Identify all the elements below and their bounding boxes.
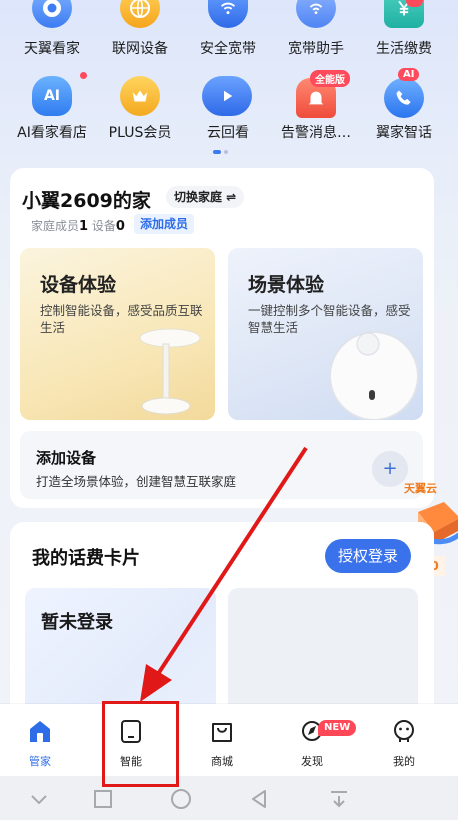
bottom-tab-bar: 管家 智能 商城 NEW 发现 我的	[0, 704, 458, 776]
device-experience-card[interactable]: 设备体验 控制智能设备，感受品质互联生活	[20, 248, 215, 420]
recent-apps-icon[interactable]	[92, 788, 114, 810]
authorize-login-button[interactable]: 授权登录	[325, 539, 411, 573]
page-indicator	[213, 150, 228, 154]
app-label: 翼家智话	[376, 125, 432, 141]
add-device-panel[interactable]: 添加设备 打造全场景体验，创建智慧互联家庭 +	[20, 431, 423, 499]
fee-card-right	[228, 588, 418, 718]
full-version-badge: 全能版	[310, 70, 350, 87]
ai-badge: AI	[398, 68, 420, 81]
phone-icon	[384, 78, 424, 118]
desk-lamp-icon	[139, 328, 201, 415]
ai-cloud-icon: AI	[32, 76, 72, 116]
notification-dot	[80, 72, 87, 79]
globe-icon	[120, 0, 160, 28]
feature-title: 设备体验	[40, 274, 117, 296]
shopping-bag-icon	[212, 723, 232, 742]
home-meta: 家庭成员1 设备0	[31, 217, 125, 234]
home-icon	[30, 721, 50, 742]
tab-guanjia[interactable]: 管家	[0, 704, 80, 776]
add-device-button[interactable]: +	[372, 451, 408, 487]
tab-label: 发现	[301, 755, 323, 768]
notification-pull-icon[interactable]	[328, 788, 350, 810]
promo-text: 天翼云	[404, 482, 437, 495]
shield-wifi-icon	[208, 0, 248, 28]
home-circle-icon[interactable]	[170, 788, 192, 810]
devices-count: 0	[115, 219, 125, 234]
crown-icon	[120, 76, 160, 116]
not-logged-in-label: 暂未登录	[41, 612, 113, 633]
tab-wode[interactable]: 我的	[364, 704, 444, 776]
chevron-down-icon[interactable]	[28, 788, 50, 810]
switch-home-button[interactable]: 切换家庭 ⇌	[166, 186, 245, 208]
camera-icon	[32, 0, 72, 28]
tab-label: 我的	[393, 755, 415, 768]
cloud-wifi-icon	[296, 0, 336, 28]
tab-label: 管家	[29, 755, 51, 768]
add-device-desc: 打造全场景体验，创建智慧互联家庭	[36, 474, 237, 489]
tab-label: 商城	[211, 755, 233, 768]
app-grid: 天翼看家 联网设备 安全宽带 宽带助手 生活缴费 AI AI看家看店 PLUS会…	[0, 0, 458, 160]
home-title: 小翼2609的家	[22, 190, 151, 212]
annotation-highlight-box	[102, 701, 179, 787]
devices-label: 设备	[91, 219, 116, 233]
scene-experience-card[interactable]: 场景体验 一键控制多个智能设备，感受智慧生活	[228, 248, 423, 420]
members-label: 家庭成员	[31, 219, 80, 233]
tab-shangcheng[interactable]: 商城	[182, 704, 262, 776]
members-count: 1	[79, 219, 89, 234]
fee-card-title: 我的话费卡片	[32, 548, 140, 569]
add-device-title: 添加设备	[36, 449, 97, 467]
tab-faxian[interactable]: NEW 发现	[272, 704, 357, 776]
play-cloud-icon	[202, 76, 252, 116]
feature-title: 场景体验	[248, 274, 325, 296]
robot-vacuum-icon	[329, 331, 419, 420]
fee-card-left[interactable]: 暂未登录	[25, 588, 216, 718]
back-icon[interactable]	[248, 788, 270, 810]
robot-face-icon	[394, 720, 414, 742]
add-member-button[interactable]: 添加成员	[134, 214, 195, 234]
system-nav-bar	[0, 776, 458, 820]
app-label: 生活缴费	[376, 41, 432, 57]
new-badge: NEW	[318, 720, 357, 736]
